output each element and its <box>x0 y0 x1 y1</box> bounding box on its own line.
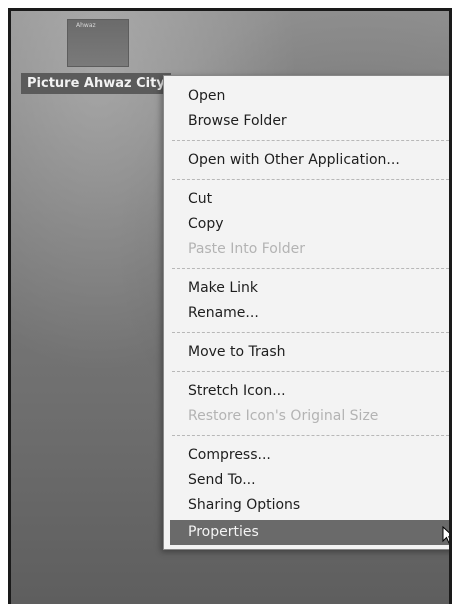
menu-separator <box>172 140 449 142</box>
menu-item-make-link[interactable]: Make Link <box>164 276 449 301</box>
menu-item-properties[interactable]: Properties <box>170 520 449 545</box>
menu-separator <box>172 179 449 181</box>
menu-separator <box>172 435 449 437</box>
menu-item-open[interactable]: Open <box>164 84 449 109</box>
mouse-pointer-icon <box>442 526 449 544</box>
menu-item-rename[interactable]: Rename... <box>164 301 449 326</box>
thumbnail-caption: Ahwaz <box>76 22 96 29</box>
menu-item-restore-icon-size: Restore Icon's Original Size <box>188 408 379 424</box>
menu-item-compress[interactable]: Compress... <box>164 443 449 468</box>
menu-item-stretch-icon[interactable]: Stretch Icon... <box>164 379 449 404</box>
menu-item-open-with-other-application[interactable]: Open with Other Application... <box>164 148 449 173</box>
screenshot-frame: Ahwaz Picture Ahwaz City Open Browse Fol… <box>0 0 460 604</box>
desktop-background: Ahwaz Picture Ahwaz City Open Browse Fol… <box>8 8 452 604</box>
menu-separator <box>172 332 449 334</box>
menu-item-move-to-trash[interactable]: Move to Trash <box>164 340 449 365</box>
menu-item-browse-folder[interactable]: Browse Folder <box>164 109 449 134</box>
context-menu: Open Browse Folder Open with Other Appli… <box>163 75 449 550</box>
menu-item-cut[interactable]: Cut <box>164 187 449 212</box>
menu-separator <box>172 371 449 373</box>
menu-separator <box>172 268 449 270</box>
menu-item-copy[interactable]: Copy <box>164 212 449 237</box>
menu-item-sharing-options[interactable]: Sharing Options <box>164 493 449 518</box>
menu-item-paste-into-folder: Paste Into Folder <box>188 241 306 257</box>
folder-thumbnail-icon[interactable]: Ahwaz <box>67 19 129 67</box>
desktop-icon-label[interactable]: Picture Ahwaz City <box>21 73 171 94</box>
menu-item-send-to[interactable]: Send To... <box>164 468 449 493</box>
menu-item-properties-label: Properties <box>188 524 259 540</box>
